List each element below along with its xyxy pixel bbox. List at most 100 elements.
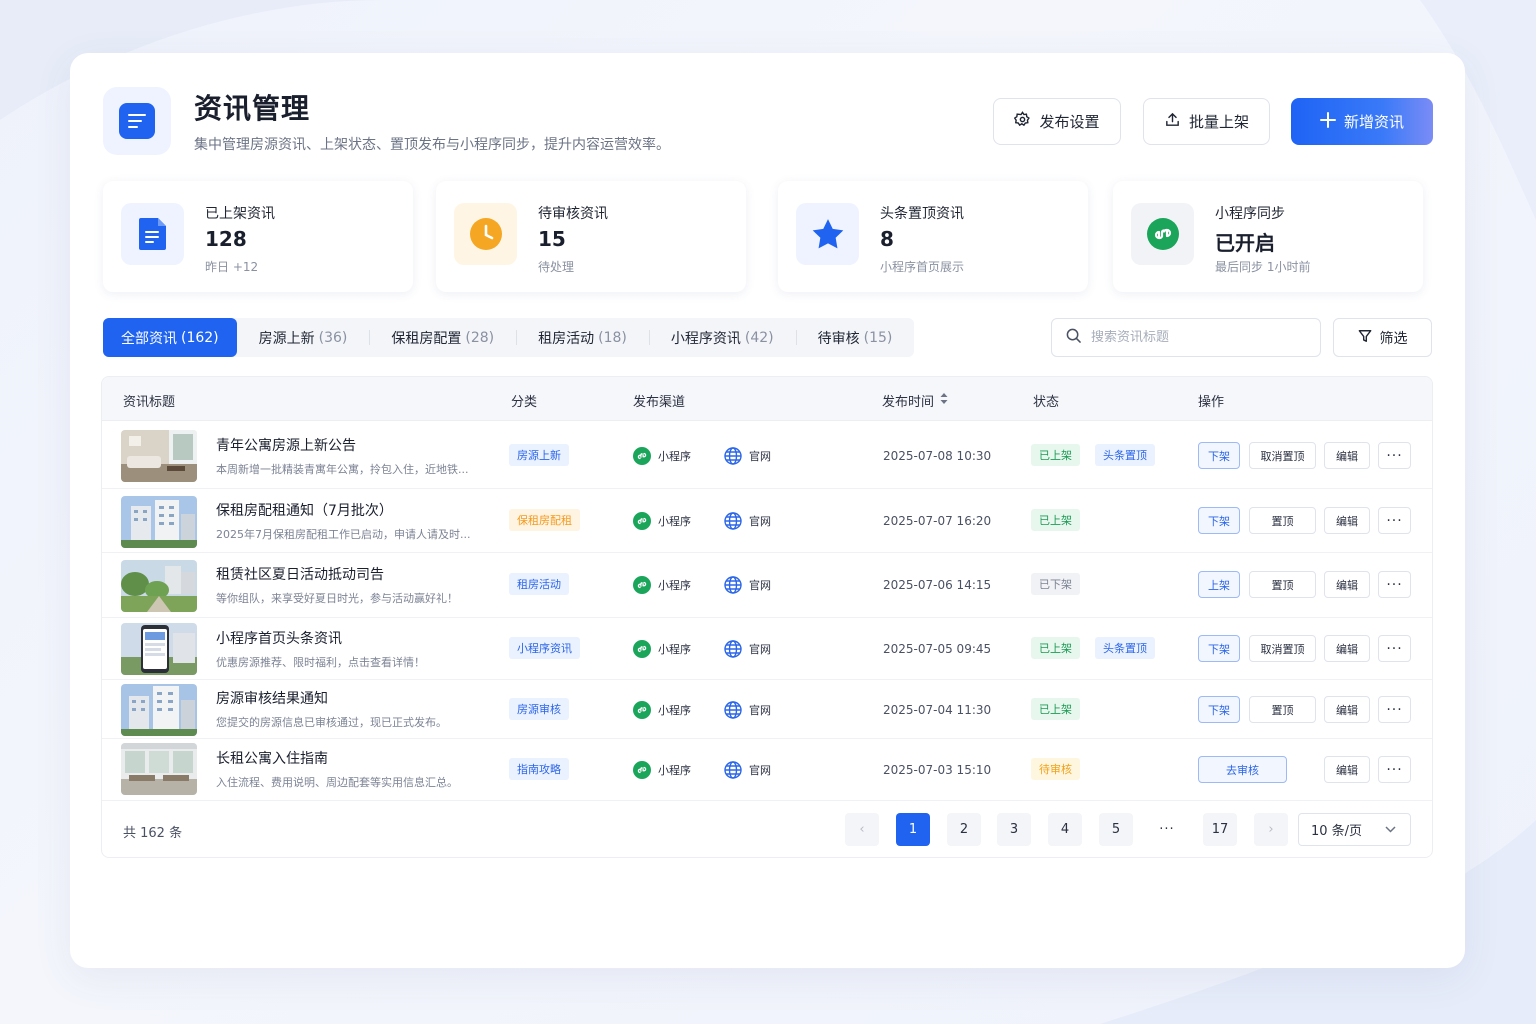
page-subtitle: 集中管理房源资讯、上架状态、置顶发布与小程序同步，提升内容运营效率。	[194, 137, 670, 153]
page-4[interactable]: 4	[1048, 813, 1082, 846]
total-count: 共 162 条	[123, 826, 183, 841]
filter-label: 筛选	[1379, 330, 1408, 347]
plus-icon	[1319, 111, 1336, 132]
edit-button[interactable]: 编辑	[1324, 571, 1370, 598]
edit-button[interactable]: 编辑	[1324, 507, 1370, 534]
add-news-button[interactable]: 新增资讯	[1291, 98, 1433, 145]
more-icon[interactable]: ···	[1378, 696, 1411, 723]
tab-label: 房源上新	[258, 330, 315, 347]
unpublish-button[interactable]: 下架	[1198, 635, 1240, 662]
channel-label: 小程序	[658, 704, 691, 717]
edit-button[interactable]: 编辑	[1324, 635, 1370, 662]
tab-count: (18)	[598, 329, 627, 346]
row-title[interactable]: 房源审核结果通知	[216, 688, 328, 708]
edit-button[interactable]: 编辑	[1324, 442, 1370, 469]
page-ellipsis[interactable]: ···	[1150, 813, 1184, 846]
col-action: 操作	[1198, 395, 1225, 410]
status-badge: 已上架	[1031, 444, 1080, 466]
table-row: 长租公寓入住指南 入住流程、费用说明、周边配套等实用信息汇总。 指南攻略 小程序…	[102, 739, 1432, 801]
publish-time: 2025-07-07 16:20	[883, 514, 992, 528]
channel-website: 官网	[724, 701, 771, 719]
unpublish-button[interactable]: 下架	[1198, 696, 1240, 723]
col-time[interactable]: 发布时间	[882, 391, 948, 410]
globe-icon	[724, 701, 742, 719]
tab-label: 小程序资讯	[670, 330, 741, 347]
status-badge: 已上架	[1031, 637, 1080, 659]
row-title[interactable]: 长租公寓入住指南	[216, 748, 328, 768]
more-icon[interactable]: ···	[1378, 756, 1411, 783]
bulk-publish-button[interactable]: 批量上架	[1143, 98, 1270, 145]
set-top-button[interactable]: 置顶	[1249, 571, 1316, 598]
star-icon	[796, 203, 859, 265]
channel-label: 官网	[749, 764, 771, 777]
tab-pending-review[interactable]: 待审核 (15)	[795, 318, 915, 357]
page-size-select[interactable]: 10 条/页	[1298, 813, 1411, 846]
filter-button[interactable]: 筛选	[1333, 318, 1432, 357]
tab-count: (42)	[744, 329, 774, 346]
table-row: 小程序首页头条资讯 优惠房源推荐、限时福利，点击查看详情！ 小程序资讯 小程序 …	[102, 618, 1432, 680]
category-tag: 房源上新	[509, 444, 569, 466]
channel-label: 小程序	[658, 643, 691, 656]
page-17[interactable]: 17	[1203, 813, 1237, 846]
cancel-top-button[interactable]: 取消置顶	[1249, 442, 1316, 469]
cancel-top-button[interactable]: 取消置顶	[1249, 635, 1316, 662]
more-icon[interactable]: ···	[1378, 507, 1411, 534]
stat-sub: 最后同步 1小时前	[1215, 260, 1311, 274]
main-card: 资讯管理 集中管理房源资讯、上架状态、置顶发布与小程序同步，提升内容运营效率。 …	[70, 53, 1465, 968]
edit-button[interactable]: 编辑	[1324, 696, 1370, 723]
page-title: 资讯管理	[194, 92, 311, 125]
page-1[interactable]: 1	[896, 813, 930, 846]
channel-label: 官网	[749, 450, 771, 463]
search-input[interactable]	[1091, 330, 1291, 345]
tab-all[interactable]: 全部资讯 (162)	[103, 318, 237, 357]
stat-card-top: 头条置顶资讯 8 小程序首页展示	[778, 181, 1088, 292]
unpublish-button[interactable]: 下架	[1198, 507, 1240, 534]
stat-sub: 小程序首页展示	[880, 260, 965, 274]
tab-rental-activity[interactable]: 租房活动 (18)	[516, 318, 649, 357]
row-desc: 等你组队，来享受好夏日时光，参与活动赢好礼！	[216, 592, 458, 605]
set-top-button[interactable]: 置顶	[1249, 696, 1316, 723]
top-badge: 头条置顶	[1095, 637, 1155, 659]
col-category: 分类	[511, 395, 538, 410]
tab-mini-program[interactable]: 小程序资讯 (42)	[648, 318, 796, 357]
tab-count: (162)	[181, 329, 219, 346]
page-3[interactable]: 3	[997, 813, 1031, 846]
category-tag: 保租房配租	[509, 509, 580, 531]
stat-value: 8	[880, 227, 894, 251]
tab-new-listings[interactable]: 房源上新 (36)	[237, 318, 370, 357]
edit-button[interactable]: 编辑	[1324, 756, 1370, 783]
channel-label: 小程序	[658, 764, 691, 777]
row-title[interactable]: 租赁社区夏日活动抵动司告	[216, 564, 384, 584]
review-button[interactable]: 去审核	[1198, 756, 1287, 783]
more-icon[interactable]: ···	[1378, 442, 1411, 469]
next-page-icon[interactable]: ›	[1254, 813, 1288, 846]
stat-value: 15	[538, 227, 566, 251]
tab-affordable-housing[interactable]: 保租房配置 (28)	[369, 318, 516, 357]
publish-settings-button[interactable]: 发布设置	[993, 98, 1121, 145]
row-title[interactable]: 小程序首页头条资讯	[216, 628, 342, 648]
stat-sub: 待处理	[538, 260, 575, 274]
channel-website: 官网	[724, 447, 771, 465]
channel-label: 官网	[749, 579, 771, 592]
prev-page-icon[interactable]: ‹	[845, 813, 879, 846]
chevron-down-icon	[1385, 822, 1396, 837]
page-2[interactable]: 2	[947, 813, 981, 846]
set-top-button[interactable]: 置顶	[1249, 507, 1316, 534]
apartment-building-image	[121, 496, 197, 548]
col-channel: 发布渠道	[633, 395, 686, 410]
page-5[interactable]: 5	[1099, 813, 1133, 846]
publish-settings-label: 发布设置	[1039, 113, 1100, 131]
row-title[interactable]: 青年公寓房源上新公告	[216, 435, 356, 455]
channel-mini-program: 小程序	[633, 761, 691, 779]
more-icon[interactable]: ···	[1378, 635, 1411, 662]
tab-count: (28)	[465, 329, 495, 346]
table-row: 保租房配租通知（7月批次） 2025年7月保租房配租工作已启动，申请人请及时..…	[102, 489, 1432, 553]
more-icon[interactable]: ···	[1378, 571, 1411, 598]
apartment-living-room-image	[121, 430, 197, 482]
publish-button[interactable]: 上架	[1198, 571, 1240, 598]
app-logo-icon	[103, 87, 171, 155]
row-title[interactable]: 保租房配租通知（7月批次）	[216, 500, 393, 520]
unpublish-button[interactable]: 下架	[1198, 442, 1240, 469]
publish-time: 2025-07-03 15:10	[883, 763, 992, 777]
tab-count: (15)	[863, 329, 893, 346]
